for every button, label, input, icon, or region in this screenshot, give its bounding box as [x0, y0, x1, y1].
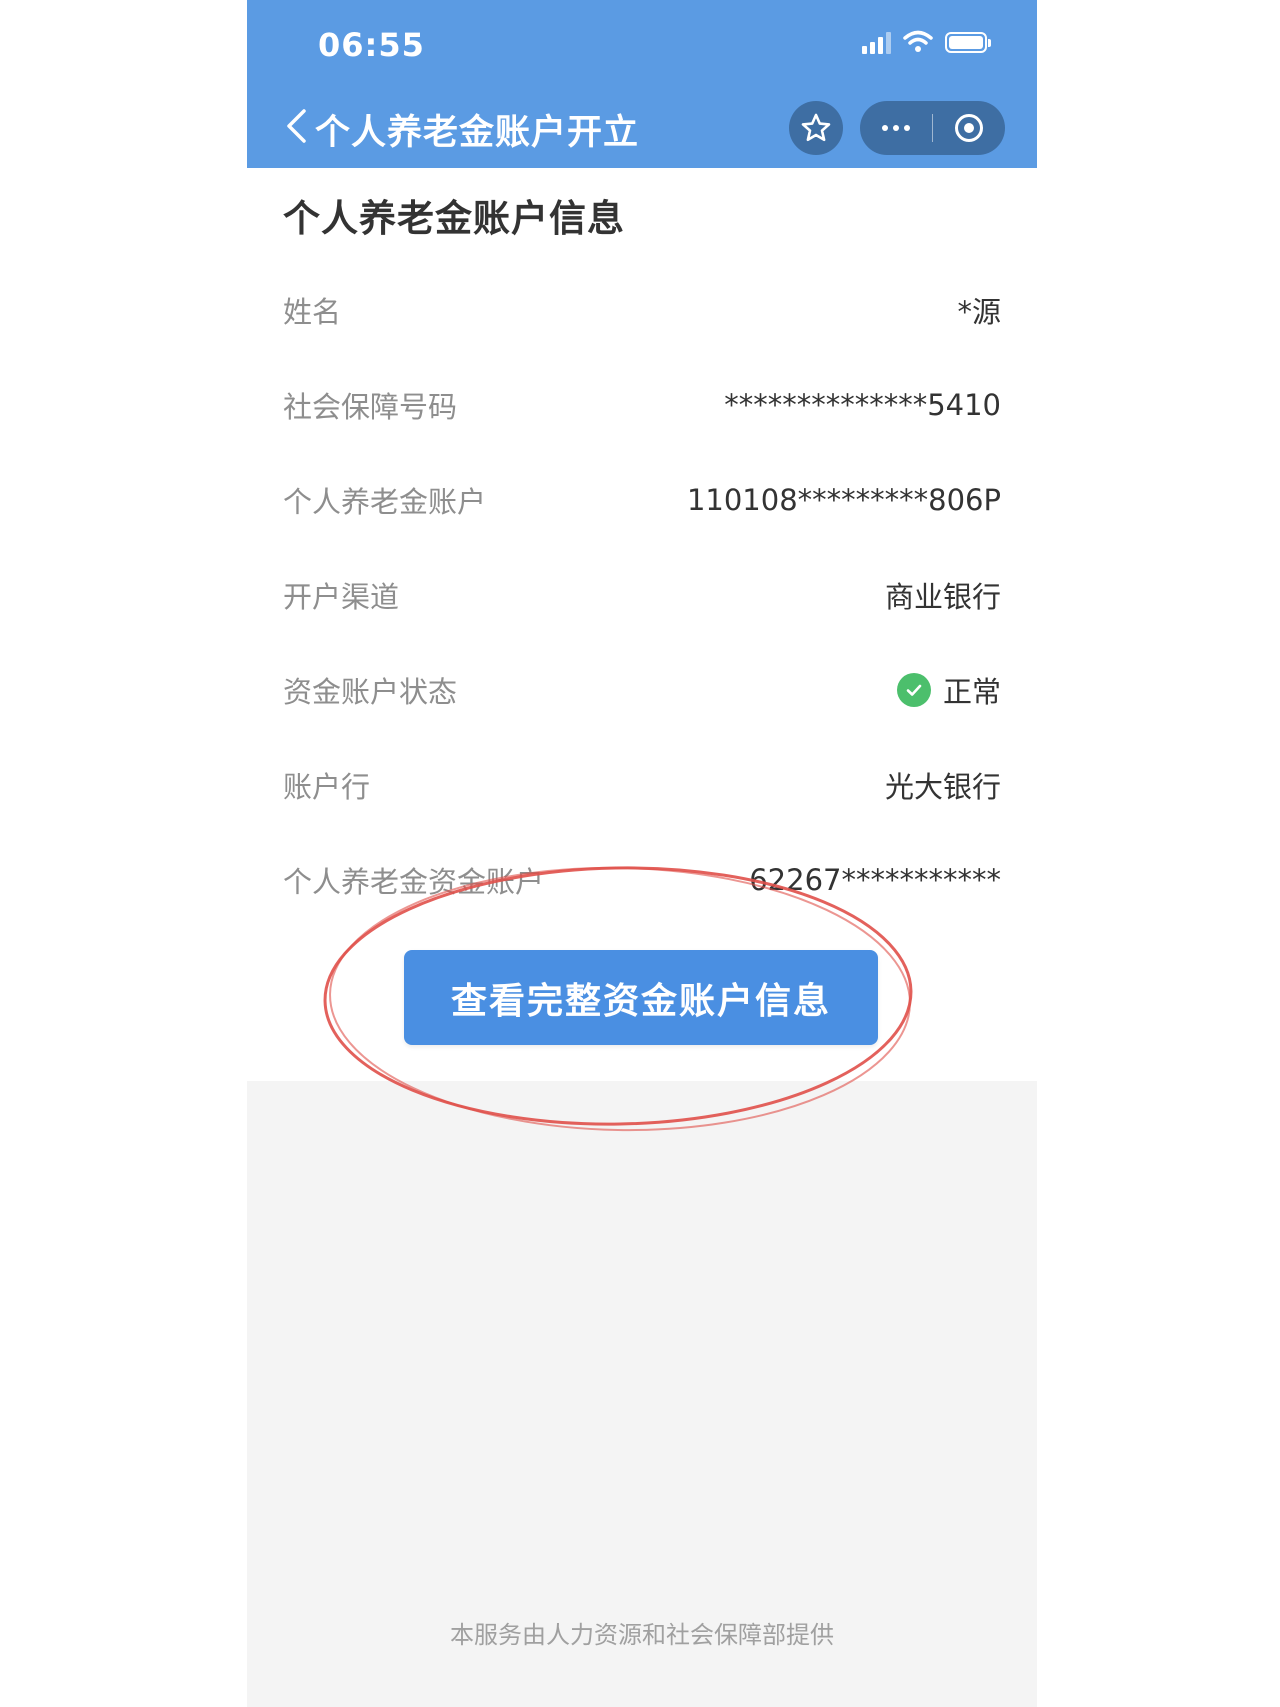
info-row-channel: 开户渠道 商业银行 — [283, 547, 1001, 642]
header-bar: 06:55 个人养老金账户开立 — [247, 0, 1037, 168]
row-label: 个人养老金资金账户 — [283, 864, 545, 899]
star-icon — [801, 113, 831, 142]
more-dots-icon[interactable] — [860, 101, 932, 155]
value-text: 商业银行 — [884, 579, 1001, 614]
mini-program-capsule — [860, 101, 1005, 155]
screenshot-canvas: 06:55 个人养老金账户开立 个人养老金账户信息 姓名 *源 社会保障号码 *… — [0, 0, 1280, 1707]
info-row-social-security-number: 社会保障号码 **************5410 — [283, 357, 1001, 452]
value-text: 110108*********806P — [686, 482, 1001, 517]
footer-text: 本服务由人力资源和社会保障部提供 — [450, 1621, 834, 1649]
row-value: 正常 — [896, 669, 1001, 711]
signal-icon — [862, 30, 891, 54]
info-row-bank: 账户行 光大银行 — [283, 737, 1001, 832]
value-text: **************5410 — [724, 387, 1001, 422]
row-value: **************5410 — [724, 388, 1001, 422]
row-value: 光大银行 — [885, 764, 1001, 806]
value-text: 62267*********** — [749, 862, 1001, 897]
wifi-icon — [903, 30, 933, 52]
target-ring-icon[interactable] — [933, 101, 1005, 155]
view-full-fund-account-button[interactable]: 查看完整资金账户信息 — [404, 950, 878, 1045]
value-text: *源 — [957, 294, 1001, 329]
info-row-pension-account: 个人养老金账户 110108*********806P — [283, 452, 1001, 547]
row-label: 开户渠道 — [283, 579, 400, 614]
check-circle-icon — [896, 672, 931, 707]
row-label: 资金账户状态 — [283, 674, 458, 709]
status-icons — [862, 30, 991, 54]
row-value: 110108*********806P — [687, 483, 1001, 517]
favorite-button[interactable] — [789, 101, 843, 155]
status-time: 06:55 — [318, 26, 425, 64]
info-row-name: 姓名 *源 — [283, 262, 1001, 357]
row-label: 社会保障号码 — [283, 389, 458, 424]
value-text: 光大银行 — [884, 769, 1001, 804]
row-value: 商业银行 — [885, 574, 1001, 616]
section-title: 个人养老金账户信息 — [283, 197, 625, 240]
info-row-fund-status: 资金账户状态 正常 — [283, 642, 1001, 737]
page-title: 个人养老金账户开立 — [315, 113, 640, 153]
row-label: 账户行 — [283, 769, 371, 804]
phone-screen: 06:55 个人养老金账户开立 个人养老金账户信息 姓名 *源 社会保障号码 *… — [247, 0, 1037, 1707]
row-label: 姓名 — [283, 294, 342, 329]
page-background-area — [247, 1081, 1037, 1707]
row-label: 个人养老金账户 — [283, 484, 487, 519]
value-text: 正常 — [942, 674, 1001, 709]
battery-icon — [945, 31, 991, 53]
info-row-fund-account: 个人养老金资金账户 62267*********** — [283, 832, 1001, 927]
row-value: 62267*********** — [749, 863, 1001, 897]
account-info-list: 姓名 *源 社会保障号码 **************5410 个人养老金账户 … — [283, 262, 1001, 927]
row-value: *源 — [957, 289, 1001, 331]
chevron-left-icon[interactable] — [281, 106, 311, 146]
